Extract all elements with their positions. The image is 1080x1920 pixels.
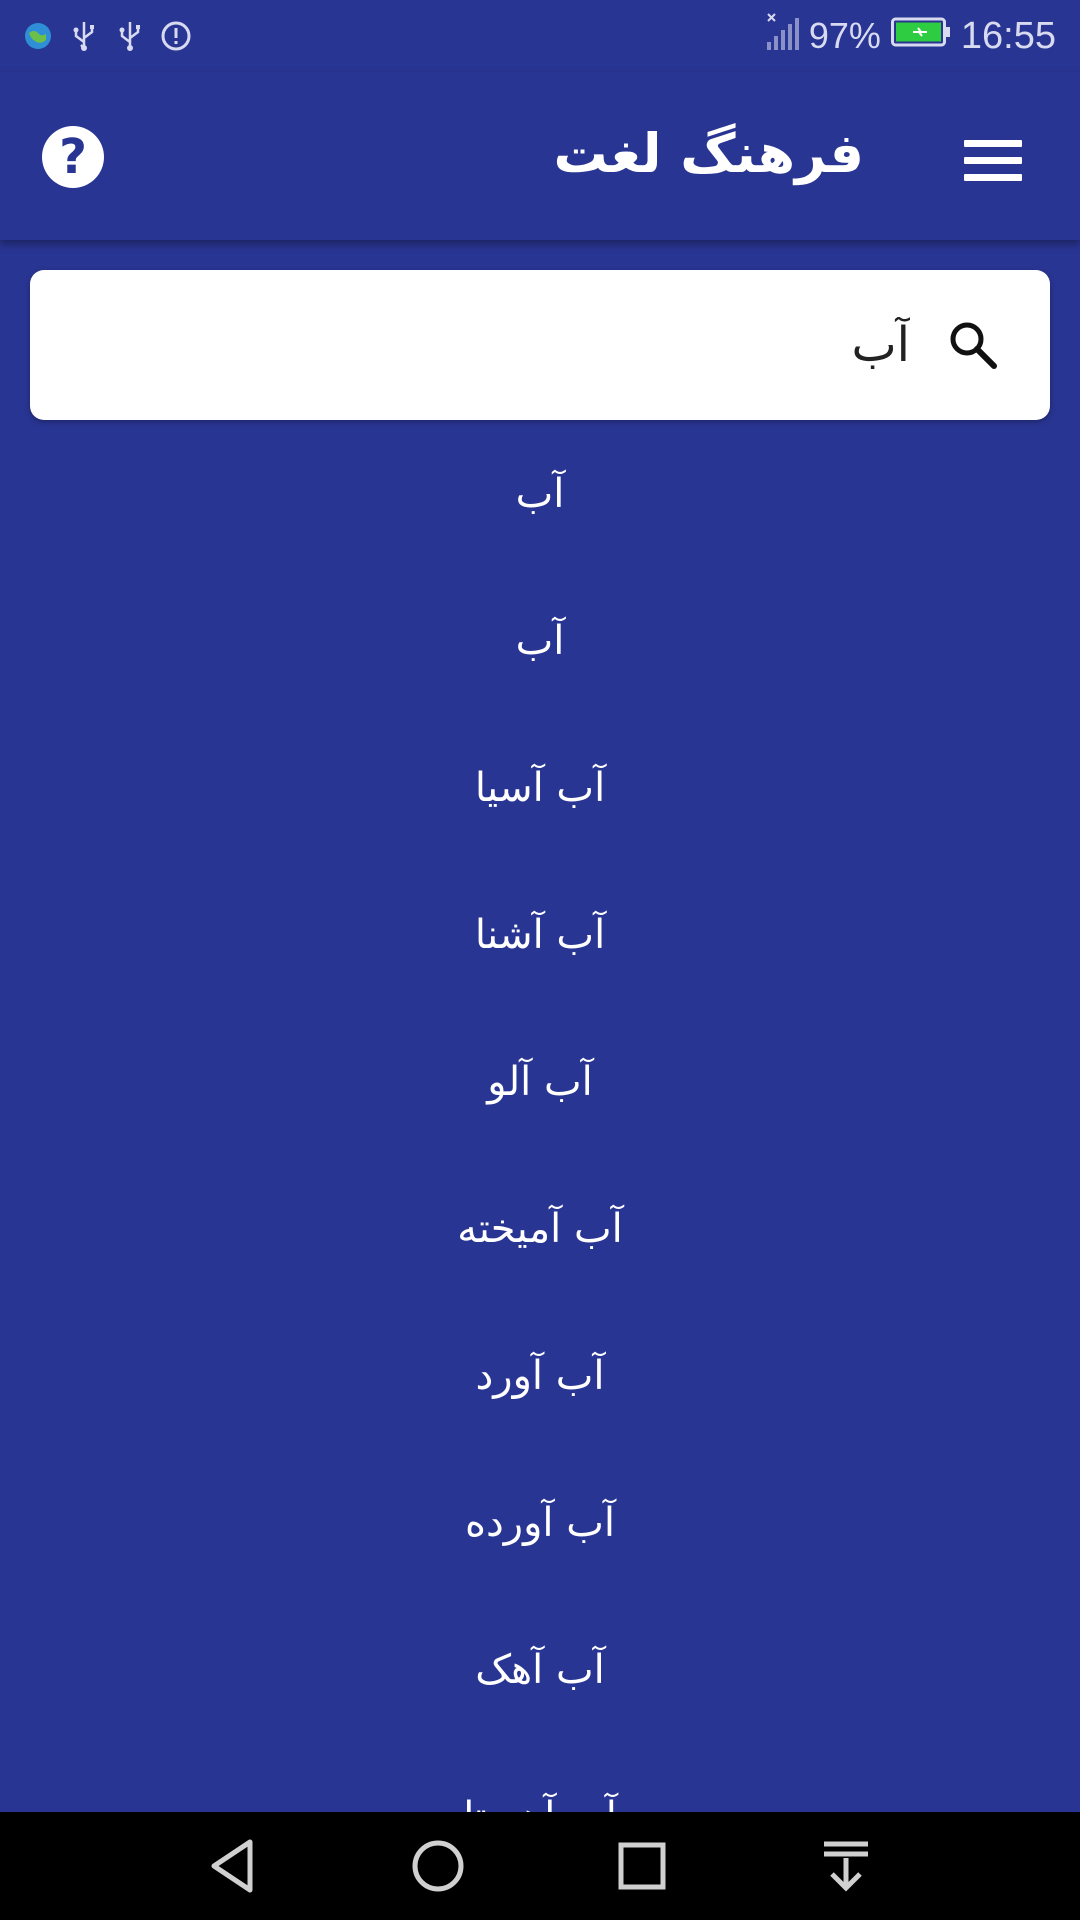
list-item[interactable]: آب آهستا — [0, 1743, 1080, 1813]
search-icon[interactable] — [946, 318, 1000, 372]
globe-app-icon — [22, 20, 54, 52]
page-title: فرهنگ لغت — [553, 122, 864, 185]
search-box — [30, 270, 1050, 420]
notification-icons — [22, 18, 192, 54]
list-item-label: آب آسیا — [474, 764, 606, 811]
list-item[interactable]: آب — [0, 567, 1080, 714]
list-item-label: آب آورده — [465, 1499, 615, 1546]
list-item[interactable]: آب آشنا — [0, 861, 1080, 1008]
list-item-label: آب آورد — [475, 1352, 605, 1399]
list-item-label: آب آلو — [487, 1058, 593, 1105]
question-mark-icon: ? — [59, 129, 87, 185]
list-item[interactable]: آب — [0, 420, 1080, 567]
results-list: آب آب آب آسیا آب آشنا آب آلو آب آمیخته آب آورد… — [0, 420, 1080, 1813]
menu-button[interactable] — [964, 130, 1024, 190]
notification-pulldown-icon[interactable] — [814, 1834, 878, 1898]
navigation-bar — [0, 1812, 1080, 1920]
list-item[interactable]: آب آورد — [0, 1302, 1080, 1449]
list-item-label: آب آمیخته — [457, 1205, 623, 1252]
signal-icon — [765, 12, 799, 61]
search-input[interactable] — [90, 298, 910, 392]
alert-icon — [160, 20, 192, 52]
usb-icon — [114, 20, 146, 52]
list-item-label: آب آهستا — [463, 1794, 617, 1813]
list-item-label: آب آهک — [475, 1646, 605, 1693]
hamburger-menu-icon-line — [964, 173, 1022, 181]
hamburger-menu-icon-line — [964, 156, 1022, 164]
list-item[interactable]: آب آورده — [0, 1449, 1080, 1596]
list-item[interactable]: آب آسیا — [0, 714, 1080, 861]
app-bar: ? فرهنگ لغت — [0, 72, 1080, 240]
battery-percent: 97% — [808, 15, 881, 56]
recent-apps-icon[interactable] — [610, 1834, 674, 1898]
hamburger-menu-icon — [964, 139, 1022, 147]
help-button[interactable]: ? — [42, 126, 104, 188]
list-item[interactable]: آب آمیخته — [0, 1155, 1080, 1302]
list-item-label: آب آشنا — [474, 911, 606, 958]
list-item[interactable]: آب آهک — [0, 1596, 1080, 1743]
list-item-label: آب — [515, 617, 565, 664]
usb-icon — [68, 20, 100, 52]
list-item-label: آب — [515, 470, 565, 517]
battery-icon — [890, 15, 951, 57]
clock: 16:55 — [960, 14, 1056, 57]
system-status: 97% 16:55 — [765, 12, 1056, 60]
home-icon[interactable] — [406, 1834, 470, 1898]
status-bar: 97% 16:55 — [0, 0, 1080, 72]
list-item[interactable]: آب آلو — [0, 1008, 1080, 1155]
back-icon[interactable] — [202, 1834, 266, 1898]
